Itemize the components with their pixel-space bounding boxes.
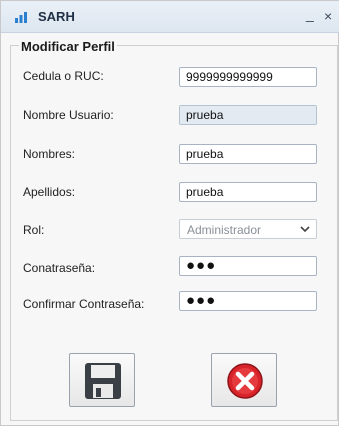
nombres-label: Nombres: [23, 147, 76, 161]
nombres-input[interactable]: prueba [179, 144, 317, 164]
cedula-label: Cedula o RUC: [23, 69, 104, 83]
red-x-circle-icon [227, 363, 263, 399]
profile-window: SARH _ × Modificar Perfil Cedula o RUC: … [0, 0, 339, 426]
rol-label: Rol: [23, 223, 45, 237]
chevron-down-icon [300, 226, 310, 233]
contrasena-input[interactable]: ●●● [179, 256, 317, 276]
rol-select-value: Administrador [187, 223, 262, 237]
cedula-input[interactable]: 9999999999999 [179, 67, 317, 87]
apellidos-label: Apellidos: [23, 185, 76, 199]
minimize-button[interactable]: _ [306, 6, 314, 22]
usuario-label: Nombre Usuario: [23, 108, 114, 122]
save-button[interactable] [69, 353, 135, 407]
cancel-button[interactable] [211, 353, 277, 407]
confirmar-label: Confirmar Contraseña: [23, 297, 145, 311]
app-icon [15, 12, 27, 23]
window-title: SARH [38, 9, 75, 24]
floppy-disk-icon [85, 363, 121, 399]
contrasena-label: Conatraseña: [23, 261, 96, 275]
title-bar[interactable]: SARH _ × [1, 1, 339, 33]
fieldset-legend: Modificar Perfil [19, 39, 117, 54]
close-window-button[interactable]: × [324, 8, 332, 24]
apellidos-input[interactable]: prueba [179, 182, 317, 202]
confirmar-input[interactable]: ●●● [179, 291, 317, 311]
rol-select[interactable]: Administrador [179, 219, 317, 239]
usuario-input: prueba [179, 105, 317, 125]
